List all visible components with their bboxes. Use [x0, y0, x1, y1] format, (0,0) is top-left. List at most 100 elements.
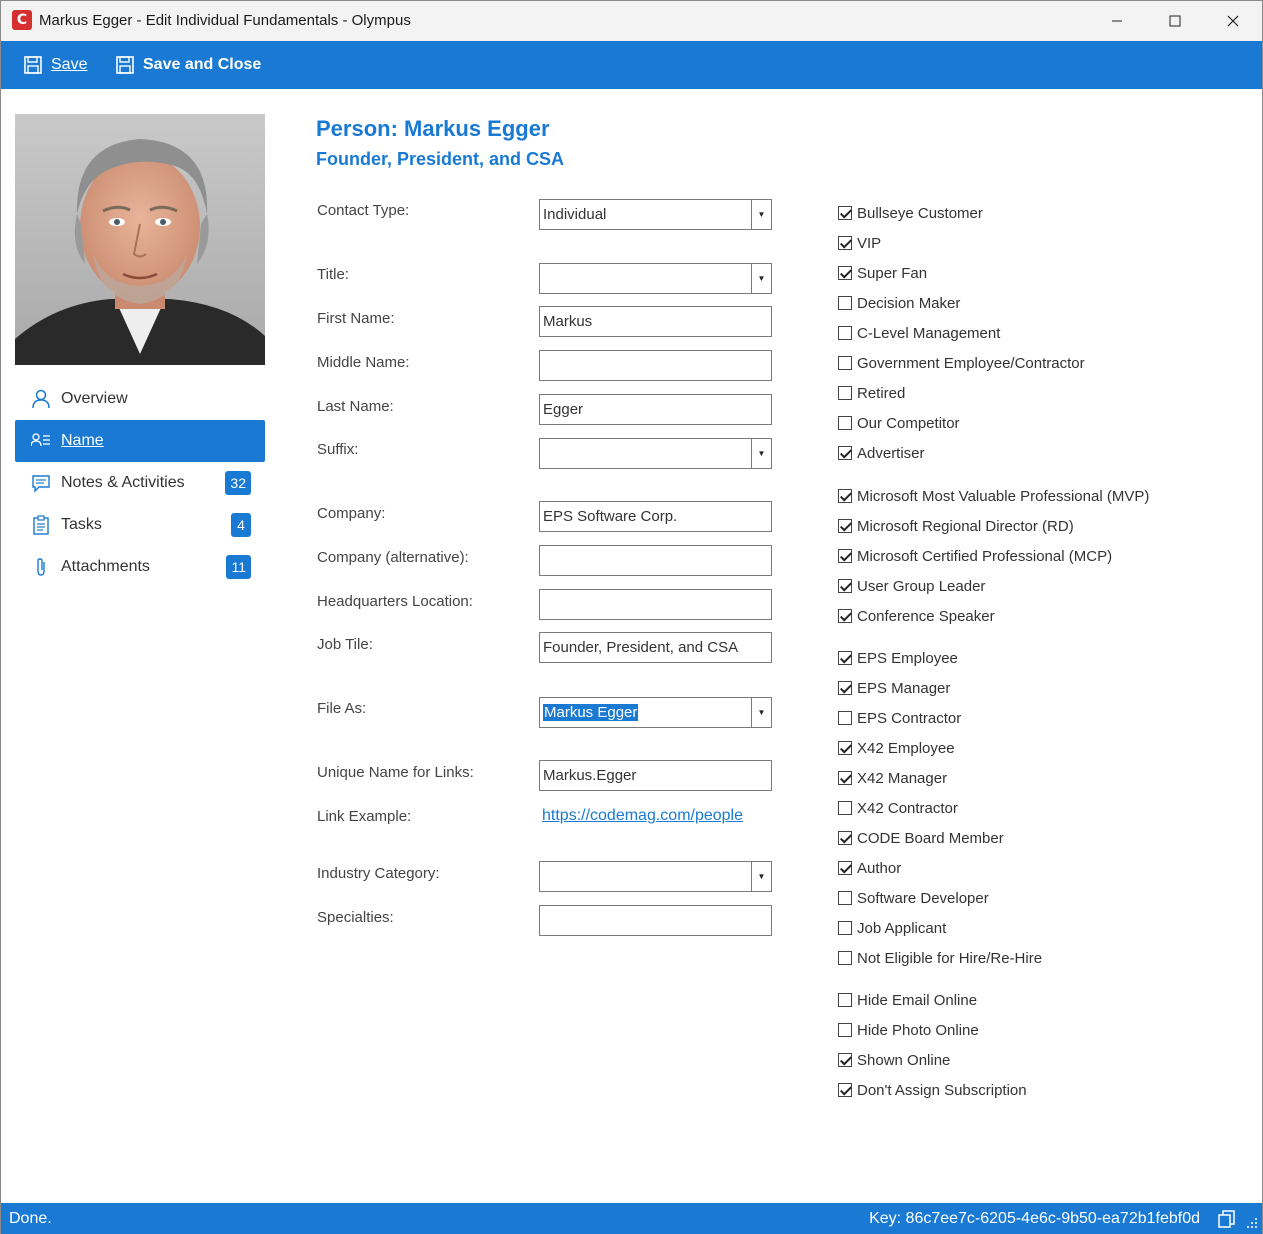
- suffix-select[interactable]: ▼: [539, 438, 772, 469]
- checkbox-not-eligible-for-hire[interactable]: Not Eligible for Hire/Re-Hire: [838, 948, 1042, 968]
- checkbox-icon[interactable]: [838, 831, 852, 845]
- checkbox-icon[interactable]: [838, 326, 852, 340]
- checkbox-retired[interactable]: Retired: [838, 383, 905, 403]
- checkbox-icon[interactable]: [838, 711, 852, 725]
- checkbox-eps-contractor[interactable]: EPS Contractor: [838, 708, 961, 728]
- checkbox-super-fan[interactable]: Super Fan: [838, 263, 927, 283]
- checkbox-label: Not Eligible for Hire/Re-Hire: [857, 949, 1043, 967]
- contact-type-select[interactable]: Individual ▼: [539, 199, 772, 230]
- hq-location-field[interactable]: [539, 589, 772, 620]
- checkbox-hide-photo-online[interactable]: Hide Photo Online: [838, 1020, 979, 1040]
- checkbox-icon[interactable]: [838, 296, 852, 310]
- chevron-down-icon[interactable]: ▼: [751, 439, 771, 468]
- chevron-down-icon[interactable]: ▼: [751, 698, 771, 727]
- chevron-down-icon[interactable]: ▼: [751, 200, 771, 229]
- checkbox-icon[interactable]: [838, 891, 852, 905]
- checkbox-code-board-member[interactable]: CODE Board Member: [838, 828, 1004, 848]
- minimize-button[interactable]: [1088, 1, 1146, 41]
- checkbox-icon[interactable]: [838, 416, 852, 430]
- checkbox-icon[interactable]: [838, 236, 852, 250]
- checkbox-x42-contractor[interactable]: X42 Contractor: [838, 798, 958, 818]
- checkbox-icon[interactable]: [838, 651, 852, 665]
- file-as-select[interactable]: Markus Egger ▼: [539, 697, 772, 728]
- sidebar-item-tasks[interactable]: Tasks 4: [15, 504, 265, 546]
- copy-icon[interactable]: [1218, 1210, 1236, 1228]
- checkbox-icon[interactable]: [838, 801, 852, 815]
- checkbox-user-group-leader[interactable]: User Group Leader: [838, 576, 985, 596]
- checkbox-shown-online[interactable]: Shown Online: [838, 1050, 950, 1070]
- checkbox-icon[interactable]: [838, 206, 852, 220]
- job-title-field[interactable]: Founder, President, and CSA: [539, 632, 772, 663]
- last-name-field[interactable]: Egger: [539, 394, 772, 425]
- chevron-down-icon[interactable]: ▼: [751, 264, 771, 293]
- sidebar-nav: Overview Name Notes & Activities 32 Task…: [15, 378, 265, 588]
- sidebar-item-name[interactable]: Name: [15, 420, 265, 462]
- checkbox-software-developer[interactable]: Software Developer: [838, 888, 989, 908]
- checkbox-mcp[interactable]: Microsoft Certified Professional (MCP): [838, 546, 1112, 566]
- save-and-close-button[interactable]: Save and Close: [115, 53, 261, 77]
- checkbox-decision-maker[interactable]: Decision Maker: [838, 293, 960, 313]
- checkbox-government-employee[interactable]: Government Employee/Contractor: [838, 353, 1085, 373]
- checkbox-icon[interactable]: [838, 519, 852, 533]
- sidebar-item-attachments[interactable]: Attachments 11: [15, 546, 265, 588]
- file-as-value: Markus Egger: [543, 704, 639, 721]
- checkbox-icon[interactable]: [838, 1023, 852, 1037]
- checkbox-icon[interactable]: [838, 681, 852, 695]
- sidebar-item-label: Tasks: [61, 516, 102, 533]
- checkbox-conference-speaker[interactable]: Conference Speaker: [838, 606, 995, 626]
- checkbox-author[interactable]: Author: [838, 858, 901, 878]
- checkbox-label: X42 Contractor: [857, 799, 958, 817]
- checkbox-icon[interactable]: [838, 549, 852, 563]
- unique-name-field[interactable]: Markus.Egger: [539, 760, 772, 791]
- checkbox-mvp[interactable]: Microsoft Most Valuable Professional (MV…: [838, 486, 1149, 506]
- checkbox-rd[interactable]: Microsoft Regional Director (RD): [838, 516, 1074, 536]
- save-icon: [24, 56, 42, 74]
- maximize-button[interactable]: [1146, 1, 1204, 41]
- checkbox-dont-assign-subscription[interactable]: Don't Assign Subscription: [838, 1080, 1027, 1100]
- company-field[interactable]: EPS Software Corp.: [539, 501, 772, 532]
- checkbox-icon[interactable]: [838, 771, 852, 785]
- checkbox-icon[interactable]: [838, 1083, 852, 1097]
- company-alt-field[interactable]: [539, 545, 772, 576]
- checkbox-eps-manager[interactable]: EPS Manager: [838, 678, 950, 698]
- checkbox-vip[interactable]: VIP: [838, 233, 881, 253]
- checkbox-icon[interactable]: [838, 861, 852, 875]
- checkbox-icon[interactable]: [838, 1053, 852, 1067]
- chevron-down-icon[interactable]: ▼: [751, 862, 771, 891]
- checkbox-label: Microsoft Certified Professional (MCP): [857, 547, 1113, 565]
- resize-grip-icon[interactable]: [1246, 1217, 1258, 1229]
- checkbox-x42-manager[interactable]: X42 Manager: [838, 768, 947, 788]
- checkbox-icon[interactable]: [838, 951, 852, 965]
- first-name-field[interactable]: Markus: [539, 306, 772, 337]
- save-icon: [116, 56, 134, 74]
- checkbox-job-applicant[interactable]: Job Applicant: [838, 918, 946, 938]
- sidebar-item-label: Attachments: [61, 558, 150, 575]
- checkbox-hide-email-online[interactable]: Hide Email Online: [838, 990, 977, 1010]
- checkbox-eps-employee[interactable]: EPS Employee: [838, 648, 958, 668]
- middle-name-field[interactable]: [539, 350, 772, 381]
- industry-category-select[interactable]: ▼: [539, 861, 772, 892]
- checkbox-icon[interactable]: [838, 609, 852, 623]
- checkbox-c-level-management[interactable]: C-Level Management: [838, 323, 1000, 343]
- sidebar-item-overview[interactable]: Overview: [15, 378, 265, 420]
- sidebar-item-notes-activities[interactable]: Notes & Activities 32: [15, 462, 265, 504]
- checkbox-our-competitor[interactable]: Our Competitor: [838, 413, 960, 433]
- checkbox-icon[interactable]: [838, 579, 852, 593]
- checkbox-icon[interactable]: [838, 356, 852, 370]
- checkbox-x42-employee[interactable]: X42 Employee: [838, 738, 955, 758]
- checkbox-advertiser[interactable]: Advertiser: [838, 443, 925, 463]
- checkbox-bullseye-customer[interactable]: Bullseye Customer: [838, 203, 983, 223]
- link-example-link[interactable]: https://codemag.com/people: [542, 807, 743, 825]
- checkbox-icon[interactable]: [838, 489, 852, 503]
- title-select[interactable]: ▼: [539, 263, 772, 294]
- checkbox-icon[interactable]: [838, 741, 852, 755]
- checkbox-icon[interactable]: [838, 993, 852, 1007]
- checkbox-icon[interactable]: [838, 446, 852, 460]
- checkbox-icon[interactable]: [838, 921, 852, 935]
- save-button[interactable]: Save: [23, 53, 87, 77]
- checkbox-icon[interactable]: [838, 266, 852, 280]
- close-button[interactable]: [1204, 1, 1262, 41]
- checkbox-label: C-Level Management: [857, 324, 1001, 342]
- checkbox-icon[interactable]: [838, 386, 852, 400]
- specialties-field[interactable]: [539, 905, 772, 936]
